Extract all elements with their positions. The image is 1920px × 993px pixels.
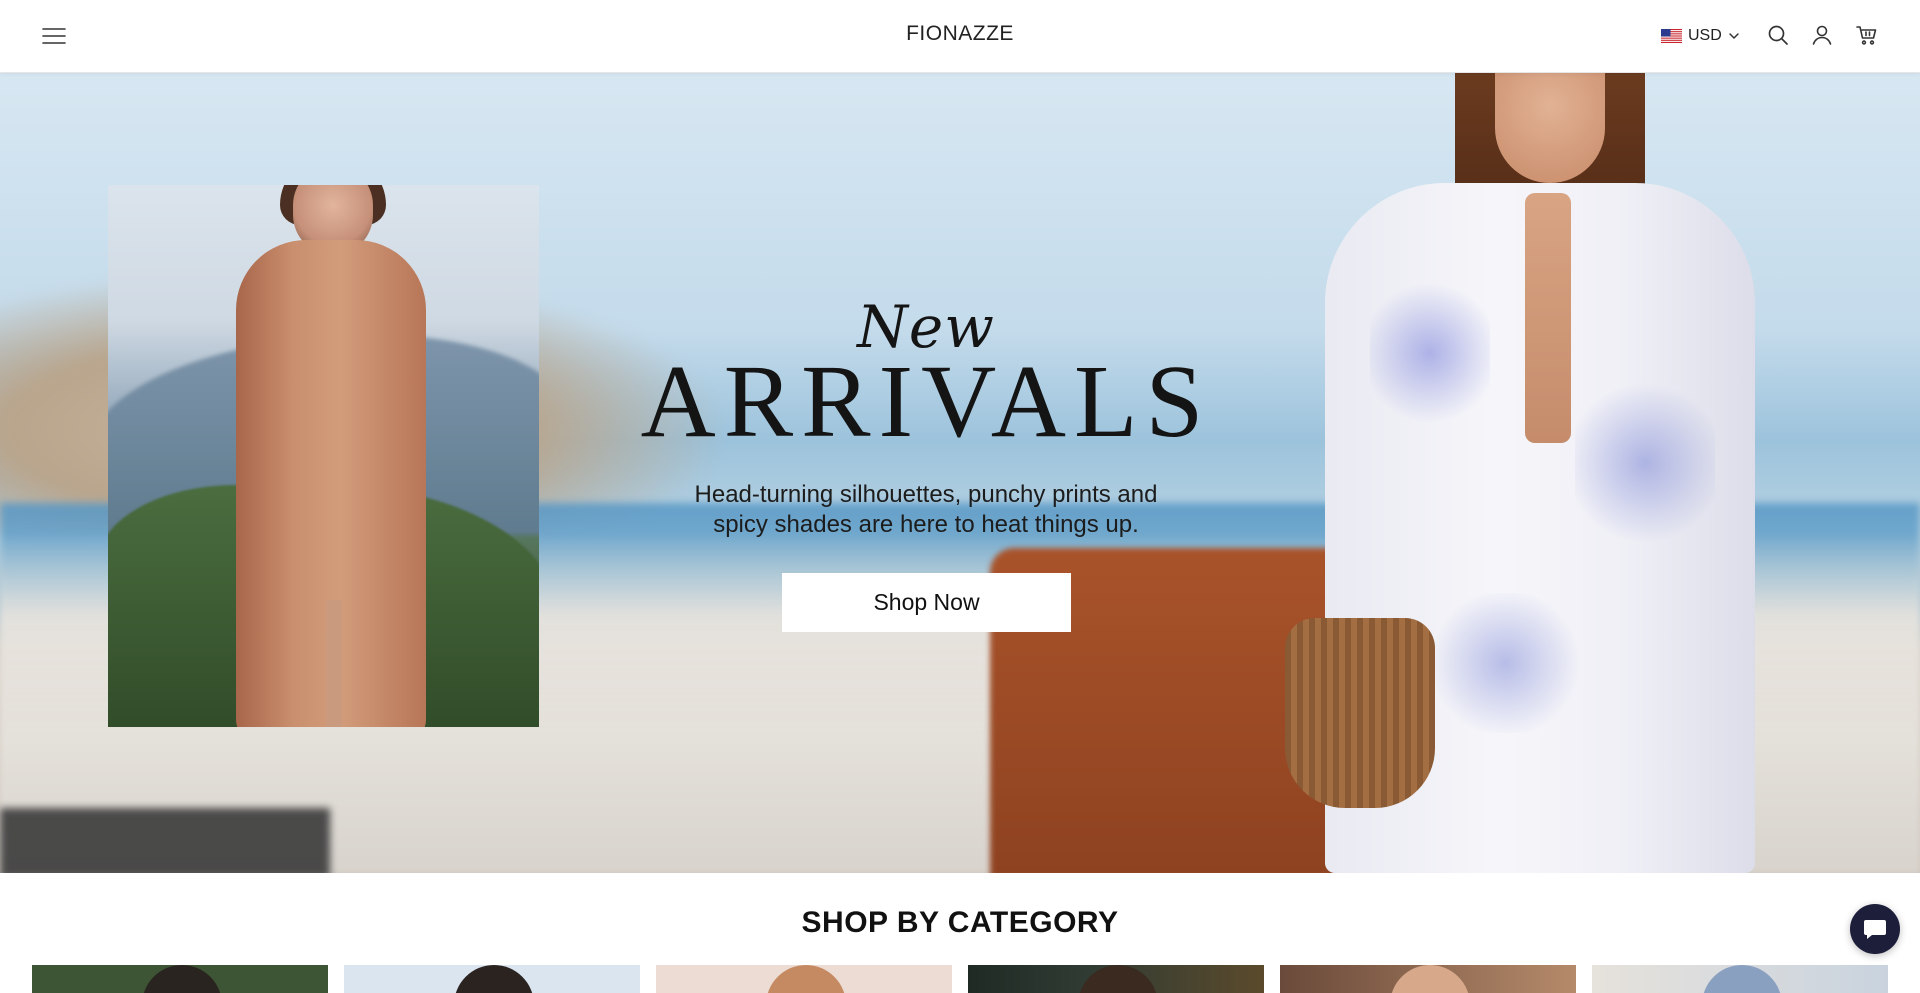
hero-photo-ribbed-dress — [108, 185, 539, 727]
shop-by-category-heading: SHOP BY CATEGORY — [801, 906, 1119, 939]
category-card[interactable] — [32, 965, 328, 993]
shop-now-button[interactable]: Shop Now — [782, 573, 1071, 632]
site-header: FIONAZZE USD — [0, 0, 1920, 73]
category-card[interactable] — [968, 965, 1264, 993]
account-icon[interactable] — [1810, 23, 1834, 47]
currency-label: USD — [1688, 27, 1722, 44]
hero-copy: New ARRIVALS Head-turning silhouettes, p… — [620, 298, 1232, 540]
category-carousel — [32, 965, 1888, 993]
hero-background-block — [0, 808, 330, 873]
brand-logo-container: FIONAZZE — [0, 22, 1920, 46]
hero-subtitle-line-2: spicy shades are here to heat things up. — [713, 511, 1139, 538]
chat-widget-button[interactable] — [1850, 904, 1900, 954]
hero-subtitle: Head-turning silhouettes, punchy prints … — [620, 480, 1232, 540]
hero-banner[interactable]: New ARRIVALS Head-turning silhouettes, p… — [0, 73, 1920, 873]
category-card[interactable] — [344, 965, 640, 993]
us-flag-icon — [1661, 29, 1682, 43]
chevron-down-icon — [1729, 33, 1739, 39]
hero-headline: ARRIVALS — [640, 344, 1212, 459]
currency-selector[interactable]: USD — [1661, 25, 1740, 47]
cart-icon[interactable] — [1855, 23, 1879, 47]
category-card[interactable] — [1280, 965, 1576, 993]
hero-photo-printed-shirt-model — [1275, 73, 1775, 873]
search-icon[interactable] — [1766, 23, 1790, 47]
hero-subtitle-line-1: Head-turning silhouettes, punchy prints … — [694, 481, 1158, 508]
chat-bubble-icon — [1864, 920, 1886, 939]
brand-logo[interactable]: FIONAZZE — [906, 22, 1014, 45]
category-card[interactable] — [656, 965, 952, 993]
menu-icon[interactable] — [40, 22, 68, 50]
category-card[interactable] — [1592, 965, 1888, 993]
